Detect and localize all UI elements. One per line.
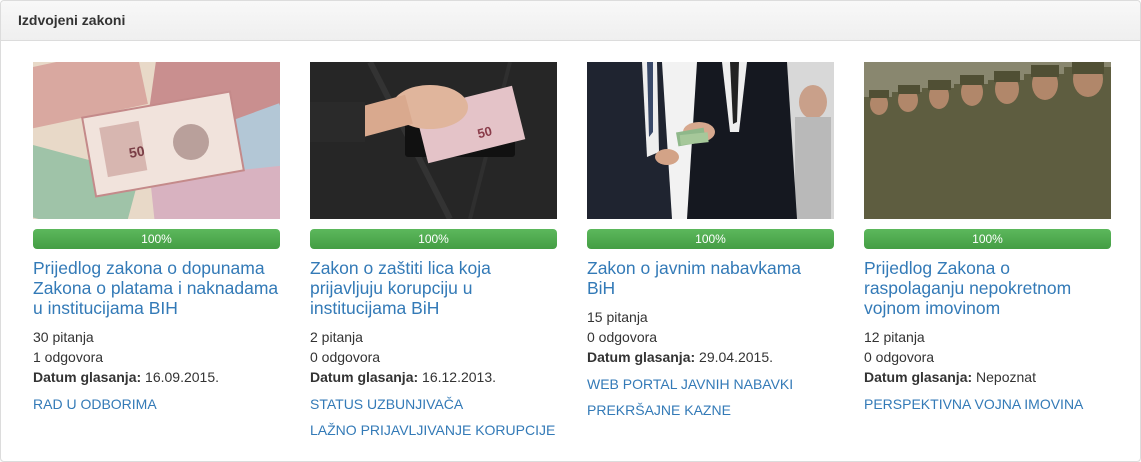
- law-tag-link[interactable]: PERSPEKTIVNA VOJNA IMOVINA: [864, 394, 1111, 414]
- law-tags: STATUS UZBUNJIVAČA LAŽNO PRIJAVLJIVANJE …: [310, 394, 557, 440]
- vote-date-label: Datum glasanja:: [310, 369, 419, 385]
- featured-laws-panel: Izdvojeni zakoni 50 100% Prijedlog zakon…: [0, 0, 1141, 462]
- law-card: 100% Prijedlog Zakona o raspolaganju nep…: [864, 62, 1111, 420]
- vote-date: Datum glasanja: Nepoznat: [864, 367, 1111, 387]
- law-meta: 12 pitanja 0 odgovora Datum glasanja: Ne…: [864, 327, 1111, 387]
- law-cards: 50 100% Prijedlog zakona o dopunama Zako…: [33, 62, 1113, 452]
- law-tags: PERSPEKTIVNA VOJNA IMOVINA: [864, 394, 1111, 414]
- answers-count: 0 odgovora: [310, 349, 381, 365]
- vote-date-value: 29.04.2015.: [699, 349, 773, 365]
- vote-progress-bar: 100%: [33, 229, 280, 249]
- law-meta: 15 pitanja 0 odgovora Datum glasanja: 29…: [587, 307, 834, 367]
- vote-progress-bar: 100%: [310, 229, 557, 249]
- law-meta: 30 pitanja 1 odgovora Datum glasanja: 16…: [33, 327, 280, 387]
- law-image-handshake[interactable]: [587, 62, 834, 219]
- panel-title: Izdvojeni zakoni: [1, 1, 1140, 41]
- questions-count: 12 pitanja: [864, 329, 925, 345]
- vote-progress-bar: 100%: [587, 229, 834, 249]
- vote-date-label: Datum glasanja:: [864, 369, 973, 385]
- vote-date-value: 16.09.2015.: [145, 369, 219, 385]
- vote-progress: 100%: [587, 229, 834, 249]
- vote-date: Datum glasanja: 29.04.2015.: [587, 347, 834, 367]
- vote-progress: 100%: [310, 229, 557, 249]
- law-title-link[interactable]: Prijedlog zakona o dopunama Zakona o pla…: [33, 258, 280, 318]
- answers-count: 0 odgovora: [864, 349, 935, 365]
- law-image-banknotes[interactable]: 50: [33, 62, 280, 219]
- law-tag-link[interactable]: LAŽNO PRIJAVLJIVANJE KORUPCIJE: [310, 420, 557, 440]
- law-title-link[interactable]: Zakon o zaštiti lica koja prijavljuju ko…: [310, 258, 557, 318]
- vote-progress-bar: 100%: [864, 229, 1111, 249]
- law-title-link[interactable]: Zakon o javnim nabavkama BiH: [587, 258, 834, 298]
- questions-count: 30 pitanja: [33, 329, 94, 345]
- law-tag-link[interactable]: RAD U ODBORIMA: [33, 394, 280, 414]
- law-tags: WEB PORTAL JAVNIH NABAVKI PREKRŠAJNE KAZ…: [587, 374, 834, 420]
- law-image-soldiers[interactable]: [864, 62, 1111, 219]
- law-tag-link[interactable]: WEB PORTAL JAVNIH NABAVKI: [587, 374, 834, 394]
- law-card: 50 100% Prijedlog zakona o dopunama Zako…: [33, 62, 280, 420]
- vote-date-value: Nepoznat: [976, 369, 1036, 385]
- law-card: 100% Zakon o javnim nabavkama BiH 15 pit…: [587, 62, 834, 426]
- law-tag-link[interactable]: PREKRŠAJNE KAZNE: [587, 400, 834, 420]
- vote-progress: 100%: [33, 229, 280, 249]
- law-tags: RAD U ODBORIMA: [33, 394, 280, 414]
- vote-progress: 100%: [864, 229, 1111, 249]
- law-title-link[interactable]: Prijedlog Zakona o raspolaganju nepokret…: [864, 258, 1111, 318]
- questions-count: 2 pitanja: [310, 329, 363, 345]
- answers-count: 1 odgovora: [33, 349, 104, 365]
- vote-date-value: 16.12.2013.: [422, 369, 496, 385]
- vote-date-label: Datum glasanja:: [587, 349, 696, 365]
- law-image-pocket[interactable]: 50: [310, 62, 557, 219]
- law-card: 50 100% Zakon o zaštiti lica koja prijav…: [310, 62, 557, 446]
- vote-date: Datum glasanja: 16.12.2013.: [310, 367, 557, 387]
- svg-text:50: 50: [128, 142, 146, 160]
- law-meta: 2 pitanja 0 odgovora Datum glasanja: 16.…: [310, 327, 557, 387]
- vote-date-label: Datum glasanja:: [33, 369, 142, 385]
- answers-count: 0 odgovora: [587, 329, 658, 345]
- law-tag-link[interactable]: STATUS UZBUNJIVAČA: [310, 394, 557, 414]
- vote-date: Datum glasanja: 16.09.2015.: [33, 367, 280, 387]
- questions-count: 15 pitanja: [587, 309, 648, 325]
